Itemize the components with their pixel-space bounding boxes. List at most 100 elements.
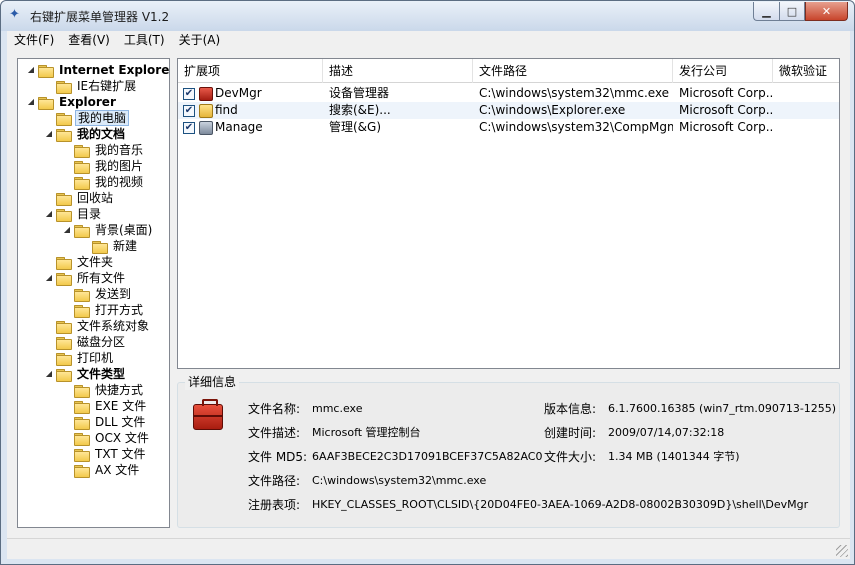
title-bar[interactable]: ✦ 右键扩展菜单管理器 V1.2 ▁ □ ✕ [1, 1, 854, 31]
maximize-icon: □ [786, 4, 798, 18]
file-path-label: 文件路径: [248, 474, 301, 488]
size-label: 文件大小: [544, 450, 597, 464]
tree-node[interactable]: OCX 文件 [62, 430, 151, 446]
tree-node[interactable]: 打印机 [44, 350, 115, 366]
file-name-value: mmc.exe [312, 402, 363, 415]
tree-node[interactable]: ◢ 目录 [44, 206, 103, 222]
cell-desc: 搜索(&E)... [329, 103, 391, 117]
file-name-label: 文件名称: [248, 402, 301, 416]
close-button[interactable]: ✕ [805, 2, 848, 21]
resize-grip-icon[interactable] [836, 545, 848, 557]
table-row[interactable]: ✔ Manage 管理(&G) C:\windows\system32\CompMg m… [178, 119, 839, 136]
created-label: 创建时间: [544, 426, 597, 440]
tree-node[interactable]: 打开方式 [62, 302, 145, 318]
cell-path: C:\windows\Explorer.exe [479, 103, 626, 117]
category-tree[interactable]: ◢ Internet Explorer IE右键扩展 ◢ Explorer 我的电脑 ◢ 我的… [17, 58, 170, 528]
tree-node[interactable]: 我的图片 [62, 158, 145, 174]
tree-node[interactable]: ◢ Explorer [26, 94, 118, 110]
tree-node[interactable]: ◢ 所有文件 [44, 270, 127, 286]
folder-icon [56, 80, 72, 94]
expand-arrow-icon[interactable]: ◢ [44, 270, 54, 286]
folder-icon [56, 336, 72, 350]
app-icon[interactable]: ✦ [9, 8, 23, 22]
tree-node[interactable]: ◢ 背景(桌面) [62, 222, 154, 238]
tree-node[interactable]: 快捷方式 [62, 382, 145, 398]
folder-icon [92, 240, 108, 254]
folder-icon [74, 304, 90, 318]
expand-arrow-icon[interactable]: ◢ [44, 126, 54, 142]
table-row[interactable]: ✔ find 搜索(&E)... C:\windows\Explorer.exe Mic… [178, 102, 839, 119]
tree-node[interactable]: ◢ Internet Explorer [26, 62, 169, 78]
folder-icon [74, 288, 90, 302]
table-row[interactable]: ✔ DevMgr 设备管理器 C:\windows\system32\mmc.exe M… [178, 85, 839, 102]
version-label: 版本信息: [544, 402, 597, 416]
tree-node[interactable]: 我的电脑 [44, 110, 130, 126]
expand-arrow-icon[interactable]: ◢ [44, 206, 54, 222]
tree-node[interactable]: IE右键扩展 [44, 78, 138, 94]
tree-node[interactable]: 发送到 [62, 286, 133, 302]
column-header-verified[interactable]: 微软验证 [773, 59, 839, 83]
tree-node[interactable]: ◢ 文件类型 [44, 366, 127, 382]
menu-tools[interactable]: 工具(T) [117, 31, 172, 50]
expand-arrow-icon[interactable]: ◢ [62, 222, 72, 238]
cell-verified [773, 119, 839, 136]
maximize-button[interactable]: □ [779, 2, 805, 21]
menu-about[interactable]: 关于(A) [172, 31, 228, 50]
enable-checkbox[interactable]: ✔ [183, 87, 195, 100]
tree-node[interactable]: AX 文件 [62, 462, 141, 478]
tree-node-label: 发送到 [95, 287, 132, 301]
tree-node[interactable]: 文件系统对象 [44, 318, 151, 334]
tree-node-label: 我的图片 [95, 159, 144, 173]
file-path-value: C:\windows\system32\mmc.exe [312, 474, 487, 487]
tree-node-label: 背景(桌面) [95, 223, 153, 237]
tree-node-label: 所有文件 [77, 271, 126, 285]
tree-node[interactable]: TXT 文件 [62, 446, 148, 462]
folder-icon [74, 384, 90, 398]
tree-node-label: 我的电脑 [75, 110, 130, 126]
extension-list[interactable]: 扩展项 描述 文件路径 发行公司 微软验证 ✔ DevMgr 设备管理器 C:\win… [177, 58, 840, 369]
extension-name: find [215, 103, 238, 117]
expand-arrow-icon[interactable]: ◢ [26, 62, 36, 78]
folder-icon [56, 112, 72, 126]
column-header-path[interactable]: 文件路径 [473, 59, 673, 83]
folder-icon [56, 320, 72, 334]
tree-node[interactable]: 磁盘分区 [44, 334, 127, 350]
client-area: ◢ Internet Explorer IE右键扩展 ◢ Explorer 我的电脑 ◢ 我的… [7, 50, 850, 538]
cell-verified [773, 102, 839, 119]
mmc-icon [199, 86, 213, 101]
minimize-button[interactable]: ▁ [753, 2, 779, 21]
menu-file[interactable]: 文件(F) [7, 31, 61, 50]
cell-verified [773, 85, 839, 102]
enable-checkbox[interactable]: ✔ [183, 104, 195, 117]
tree-node[interactable]: 文件夹 [44, 254, 115, 270]
tree-node[interactable]: EXE 文件 [62, 398, 148, 414]
tree-node-label: 目录 [77, 207, 102, 221]
tree-node[interactable]: 新建 [80, 238, 139, 254]
tree-node[interactable]: 回收站 [44, 190, 115, 206]
tree-node[interactable]: ◢ 我的文档 [44, 126, 127, 142]
folder-icon [38, 64, 54, 78]
minimize-icon: ▁ [762, 4, 771, 18]
tree-node[interactable]: 我的视频 [62, 174, 145, 190]
folder-icon [74, 464, 90, 478]
tree-node[interactable]: DLL 文件 [62, 414, 147, 430]
column-header-desc[interactable]: 描述 [323, 59, 473, 83]
expand-arrow-icon[interactable]: ◢ [44, 366, 54, 382]
caption-buttons: ▁ □ ✕ [753, 2, 848, 21]
cell-company: Microsoft Corp... [679, 86, 773, 100]
tree-node-label: EXE 文件 [95, 399, 147, 413]
details-legend: 详细信息 [185, 374, 240, 390]
column-header-company[interactable]: 发行公司 [673, 59, 773, 83]
expand-arrow-icon[interactable]: ◢ [26, 94, 36, 110]
folder-icon [56, 368, 72, 382]
tree-node-label: OCX 文件 [95, 431, 149, 445]
folder-icon [74, 448, 90, 462]
cell-name: ✔ Manage [178, 119, 323, 136]
tree-node-label: 文件夹 [77, 255, 114, 269]
enable-checkbox[interactable]: ✔ [183, 121, 195, 134]
tree-node-label: 文件系统对象 [77, 319, 150, 333]
tree-node[interactable]: 我的音乐 [62, 142, 145, 158]
column-header-name[interactable]: 扩展项 [178, 59, 323, 83]
details-panel: 详细信息 文件名称: mmc.exe 文件描述: Microsoft 管理控制台… [177, 374, 840, 528]
menu-view[interactable]: 查看(V) [61, 31, 117, 50]
